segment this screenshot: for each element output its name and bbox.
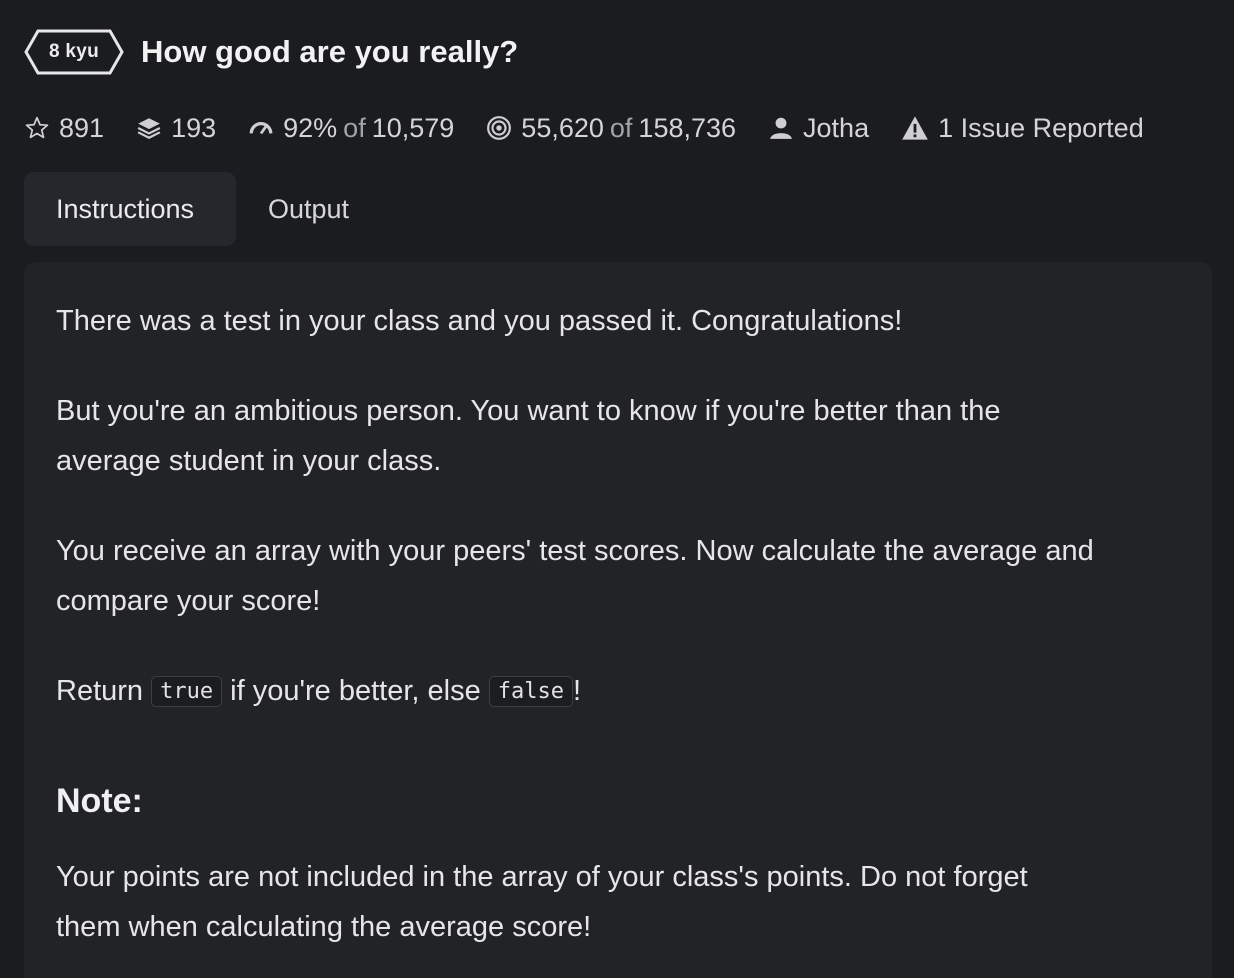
issues-label: 1 Issue Reported bbox=[938, 112, 1144, 143]
satisfaction-stat: 92% of 10,579 bbox=[248, 113, 454, 144]
code-false: false bbox=[488, 676, 574, 707]
warning-icon bbox=[901, 115, 929, 141]
star-icon bbox=[24, 115, 50, 141]
satisfaction-percent: 92% bbox=[283, 112, 338, 143]
satisfaction-votes: 10,579 bbox=[371, 112, 455, 143]
instructions-panel: There was a test in your class and you p… bbox=[24, 262, 1212, 978]
kata-page: 8 kyu How good are you really? 891 193 9… bbox=[0, 0, 1234, 978]
paragraph-return: Return true if you're better, else false… bbox=[56, 666, 1186, 719]
of-label: of bbox=[343, 112, 366, 143]
paragraph-text: Return bbox=[56, 675, 144, 707]
stars-count: 891 bbox=[59, 112, 105, 143]
paragraph-note: Your points are not included in the arra… bbox=[56, 852, 1186, 952]
author-name: Jotha bbox=[803, 112, 870, 143]
rank-label: 8 kyu bbox=[48, 41, 100, 62]
issues-link[interactable]: 1 Issue Reported bbox=[901, 113, 1144, 144]
user-icon bbox=[768, 115, 794, 141]
author-link[interactable]: Jotha bbox=[768, 113, 869, 144]
of-label: of bbox=[609, 112, 633, 143]
paragraph-text: You receive an array with your peers' te… bbox=[56, 535, 1094, 567]
note-heading: Note: bbox=[56, 782, 143, 820]
gauge-icon bbox=[248, 115, 274, 141]
paragraph-text: Your points are not included in the arra… bbox=[56, 861, 1028, 893]
kata-header: 8 kyu How good are you really? bbox=[24, 28, 518, 76]
collections-count: 193 bbox=[171, 112, 217, 143]
paragraph-text: ! bbox=[573, 675, 582, 707]
paragraph-text: if you're better, else bbox=[230, 675, 481, 707]
kata-title: How good are you really? bbox=[141, 34, 519, 69]
paragraph-text: average student in your class. bbox=[56, 445, 442, 477]
paragraph-task: You receive an array with your peers' te… bbox=[56, 526, 1186, 626]
paragraph-text: them when calculating the average score! bbox=[56, 911, 592, 943]
completed-count: 55,620 bbox=[521, 112, 604, 143]
kata-stats: 891 193 92% of 10,579 55,620 of 158,736 … bbox=[24, 110, 1176, 146]
paragraph-text: compare your score! bbox=[56, 585, 321, 617]
collections-stat[interactable]: 193 bbox=[136, 113, 216, 144]
rank-badge[interactable]: 8 kyu bbox=[24, 28, 124, 76]
paragraph-intro: There was a test in your class and you p… bbox=[56, 296, 1186, 346]
stars-stat[interactable]: 891 bbox=[24, 113, 104, 144]
paragraph-ambition: But you're an ambitious person. You want… bbox=[56, 386, 1186, 486]
code-true: true bbox=[151, 676, 223, 707]
tab-output[interactable]: Output bbox=[236, 172, 381, 246]
kata-tabs: Instructions Output bbox=[24, 172, 381, 246]
target-icon bbox=[486, 115, 512, 141]
paragraph-text: But you're an ambitious person. You want… bbox=[56, 395, 1001, 427]
attempted-count: 158,736 bbox=[638, 112, 737, 143]
completions-stat: 55,620 of 158,736 bbox=[486, 113, 736, 144]
paragraph-text: There was a test in your class and you p… bbox=[56, 305, 903, 337]
layers-icon bbox=[136, 115, 162, 141]
tab-instructions[interactable]: Instructions bbox=[24, 172, 236, 246]
